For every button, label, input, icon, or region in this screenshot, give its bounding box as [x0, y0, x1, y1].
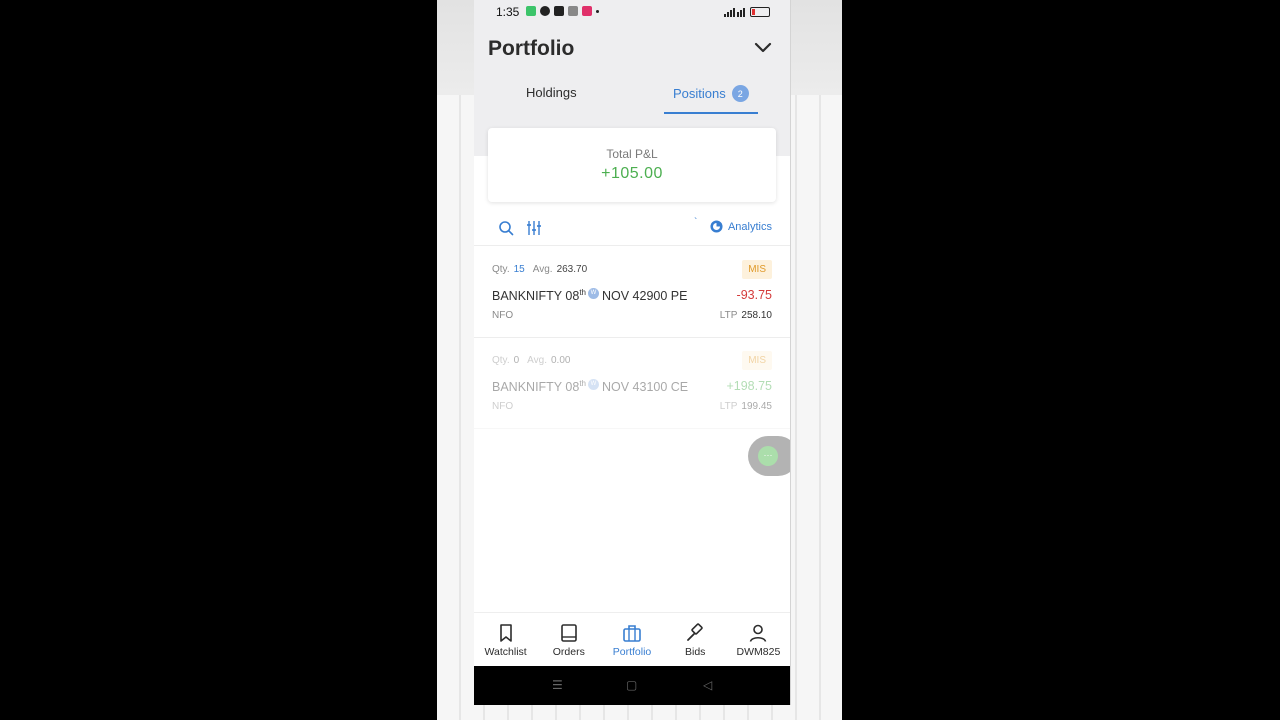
weekly-expiry-icon: W [587, 379, 599, 390]
bottom-navigation: Watchlist Orders Portfolio Bids DWM825 [474, 612, 790, 667]
analytics-icon [710, 220, 723, 233]
avg-value: 0.00 [551, 355, 571, 366]
qty-value: 0 [513, 355, 520, 366]
date-suffix: th [579, 379, 586, 388]
tab-positions[interactable]: Positions 2 [673, 85, 749, 102]
positions-toolbar: ` Analytics [474, 212, 790, 246]
filter-sliders-icon[interactable] [526, 220, 542, 236]
app-notification-icon [582, 6, 592, 16]
ltp-label: LTP [719, 310, 738, 321]
date-suffix: th [579, 288, 586, 297]
home-icon[interactable]: ▢ [626, 678, 637, 692]
tab-holdings[interactable]: Holdings [526, 85, 577, 100]
qty-value: 15 [513, 264, 525, 275]
instrument-symbol: BANKNIFTY 08 [492, 289, 580, 304]
instrument-contract: NOV 42900 PE [601, 289, 688, 304]
app-notification-icon [540, 6, 550, 16]
app-notification-icon [526, 6, 536, 16]
position-pnl: +198.75 [726, 379, 772, 393]
ltp-label: LTP [719, 401, 738, 412]
position-pnl: -93.75 [736, 288, 772, 302]
nav-watchlist[interactable]: Watchlist [474, 613, 537, 667]
signal-icon [724, 7, 745, 17]
total-pnl-card: Total P&L +105.00 [488, 128, 776, 202]
system-navigation-bar: ☰ ▢ ◁ [474, 666, 790, 705]
menu-icon[interactable]: ☰ [552, 678, 563, 692]
user-icon [750, 624, 767, 642]
analytics-label: Analytics [727, 220, 772, 233]
nav-label: Portfolio [612, 646, 652, 658]
app-notification-icon [554, 6, 564, 16]
status-bar: 1:35 [474, 0, 790, 24]
ltp-value: 258.10 [741, 310, 772, 321]
position-ltp: LTP 199.45 [720, 401, 772, 412]
nav-orders[interactable]: Orders [537, 613, 600, 667]
battery-icon [750, 7, 770, 17]
chevron-down-icon[interactable] [754, 42, 772, 54]
nav-portfolio[interactable]: Portfolio [600, 613, 663, 667]
qty-label: Qty. [492, 355, 510, 366]
instrument-name: BANKNIFTY 08th W NOV 42900 PE [492, 288, 772, 303]
avg-label: Avg. [527, 355, 547, 366]
nav-label: Orders [552, 646, 585, 658]
nav-label: Bids [684, 646, 706, 658]
qty-label: Qty. [492, 264, 510, 275]
nav-account[interactable]: DWM825 [727, 613, 790, 667]
floating-assist-button[interactable]: ··· [748, 436, 790, 476]
product-badge: MIS [742, 351, 772, 370]
position-qty-avg: Qty. 0 Avg. 0.00 [492, 355, 772, 366]
active-tab-indicator [664, 112, 758, 114]
positions-count-badge: 2 [731, 85, 749, 102]
bookmark-icon [499, 624, 512, 642]
phone-screen: 1:35 Portfolio Holdings Positions 2 Tota… [474, 0, 791, 705]
app-notification-icon [568, 6, 578, 16]
briefcase-icon [623, 625, 641, 642]
gavel-icon [687, 623, 703, 641]
more-notifications-dot-icon [596, 10, 599, 13]
instrument-contract: NOV 43100 CE [601, 380, 689, 395]
status-time: 1:35 [496, 5, 520, 19]
system-status-icons [724, 7, 770, 17]
position-qty-avg: Qty. 15 Avg. 263.70 [492, 264, 772, 275]
nav-label: Watchlist [484, 646, 527, 658]
avg-label: Avg. [532, 264, 553, 275]
instrument-symbol: BANKNIFTY 08 [492, 380, 580, 395]
avg-value: 263.70 [556, 264, 588, 275]
position-row[interactable]: Qty. 0 Avg. 0.00 MIS BANKNIFTY 08th W NOV 431… [474, 337, 790, 429]
weekly-expiry-icon: W [587, 288, 599, 299]
position-ltp: LTP 258.10 [720, 310, 772, 321]
ltp-value: 199.45 [741, 401, 772, 412]
total-pnl-label: Total P&L [606, 147, 658, 161]
position-row[interactable]: Qty. 15 Avg. 263.70 MIS BANKNIFTY 08th W NOV … [474, 246, 790, 338]
nav-label: DWM825 [736, 646, 781, 658]
search-icon[interactable] [498, 220, 514, 236]
product-badge: MIS [742, 260, 772, 279]
notification-icons [526, 6, 599, 16]
page-title: Portfolio [488, 37, 575, 60]
tab-positions-label: Positions [673, 86, 726, 101]
back-icon[interactable]: ◁ [703, 678, 712, 692]
total-pnl-value: +105.00 [601, 165, 663, 182]
book-icon [560, 624, 577, 642]
nav-bids[interactable]: Bids [664, 613, 727, 667]
loading-spinner-icon: ` [694, 217, 698, 228]
more-dots-icon: ··· [758, 446, 778, 466]
analytics-button[interactable]: Analytics [710, 220, 772, 233]
